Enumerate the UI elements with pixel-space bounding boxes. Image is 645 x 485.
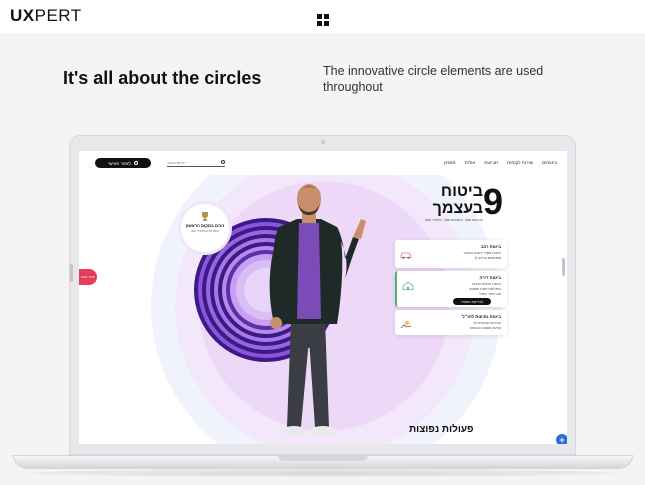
- search-placeholder: חיפוש באתר: [167, 161, 186, 165]
- popular-actions-heading: פעולות נפוצות: [409, 424, 474, 435]
- top-bar: UX PERT: [0, 0, 645, 33]
- lid-hinge-left: [70, 264, 73, 282]
- product-cards: ביטוח רכב ביטוח מקיף וחובה במחיר שמתאים …: [395, 240, 507, 335]
- lid-hinge-right: [562, 258, 565, 276]
- user-icon: [133, 161, 138, 165]
- laptop-shadow: [30, 469, 615, 477]
- badge-title: זוכים במקום הראשון: [185, 223, 225, 228]
- nav-link-insurances[interactable]: ביטוחים: [542, 160, 557, 165]
- card-title: ביטוח נסיעות לחו״ל: [462, 314, 501, 319]
- uxpert-logo[interactable]: UX PERT: [10, 6, 82, 25]
- brand-title-line2: בעצמך: [432, 200, 483, 217]
- card-car-insurance[interactable]: ביטוח רכב ביטוח מקיף וחובה במחיר שמתאים …: [395, 240, 507, 268]
- card-travel-insurance[interactable]: ביטוח נסיעות לחו״ל הביטוח שיבטיח לך נסיע…: [395, 310, 507, 335]
- chat-button[interactable]: +: [556, 434, 567, 444]
- trophy-icon: [202, 212, 208, 221]
- site-navigation: לאזור האישי חיפוש באתר ביטוחים שירות לקו…: [79, 151, 567, 175]
- grid-icon-cell: [317, 21, 322, 26]
- logo-light-text: PERT: [34, 6, 82, 25]
- award-badge: זוכים במקום הראשון בשירות ובמחיר הוגן: [181, 204, 229, 252]
- nav-link-magazine[interactable]: המגזין: [444, 160, 456, 165]
- house-icon: [402, 281, 414, 290]
- accessibility-tab[interactable]: אתר נגיש: [79, 269, 97, 285]
- grid-icon-cell: [324, 21, 329, 26]
- brand-tagline: הביטוח שלך. בתנאים שלך. במחיר שלך.: [423, 218, 483, 222]
- grid-icon-cell: [324, 14, 329, 19]
- grid-icon[interactable]: [317, 14, 329, 26]
- page-description: The innovative circle elements are used …: [323, 64, 544, 94]
- badge-subtitle: בשירות ובמחיר הוגן: [191, 229, 219, 233]
- plus-icon: +: [559, 435, 565, 444]
- check-price-button[interactable]: לבדיקת המחיר: [453, 298, 491, 305]
- brand-number: 9: [482, 181, 503, 222]
- laptop-screen: לאזור האישי חיפוש באתר ביטוחים שירות לקו…: [79, 151, 567, 444]
- presenter-photo: [269, 184, 366, 436]
- nav-link-customer-service[interactable]: שירות לקוחות: [507, 160, 533, 165]
- travel-icon: [400, 320, 412, 329]
- laptop-mockup: לאזור האישי חיפוש באתר ביטוחים שירות לקו…: [69, 135, 576, 455]
- personal-area-button[interactable]: לאזור האישי: [95, 158, 151, 168]
- brand-title-line1: ביטוח: [440, 183, 483, 200]
- camera-dot: [321, 140, 325, 144]
- search-icon: [221, 160, 225, 164]
- card-text: עם החזר כספי: [479, 292, 501, 296]
- card-title: ביטוח דירה: [479, 275, 501, 280]
- card-title: ביטוח רכב: [481, 244, 501, 249]
- nav-links: ביטוחים שירות לקוחות תביעות אודות המגזין: [444, 160, 557, 165]
- nav-link-about[interactable]: אודות: [464, 160, 475, 165]
- card-text: שמתאים בדיוק לך: [473, 256, 501, 260]
- logo-bold-text: UX: [10, 6, 35, 25]
- card-home-insurance[interactable]: ביטוח דירה ביטוח תכולה ומבנה בפוליסה אחת…: [395, 271, 507, 307]
- grid-icon-cell: [317, 14, 322, 19]
- brand-title: ביטוח בעצמך: [433, 183, 483, 217]
- login-label: לאזור האישי: [108, 160, 131, 166]
- card-text: נסיעה שקטה ובטוחה: [469, 326, 501, 330]
- nav-link-claims[interactable]: תביעות: [484, 160, 498, 165]
- site-search-input[interactable]: חיפוש באתר: [167, 160, 225, 167]
- laptop-notch: [278, 455, 368, 461]
- page: UX PERT It's all about the circles The in…: [0, 0, 645, 485]
- page-headline: It's all about the circles: [63, 68, 262, 88]
- car-icon: [400, 252, 412, 259]
- brand-block: 9 ביטוח בעצמך הביטוח שלך. בתנאים שלך. במ…: [397, 181, 503, 229]
